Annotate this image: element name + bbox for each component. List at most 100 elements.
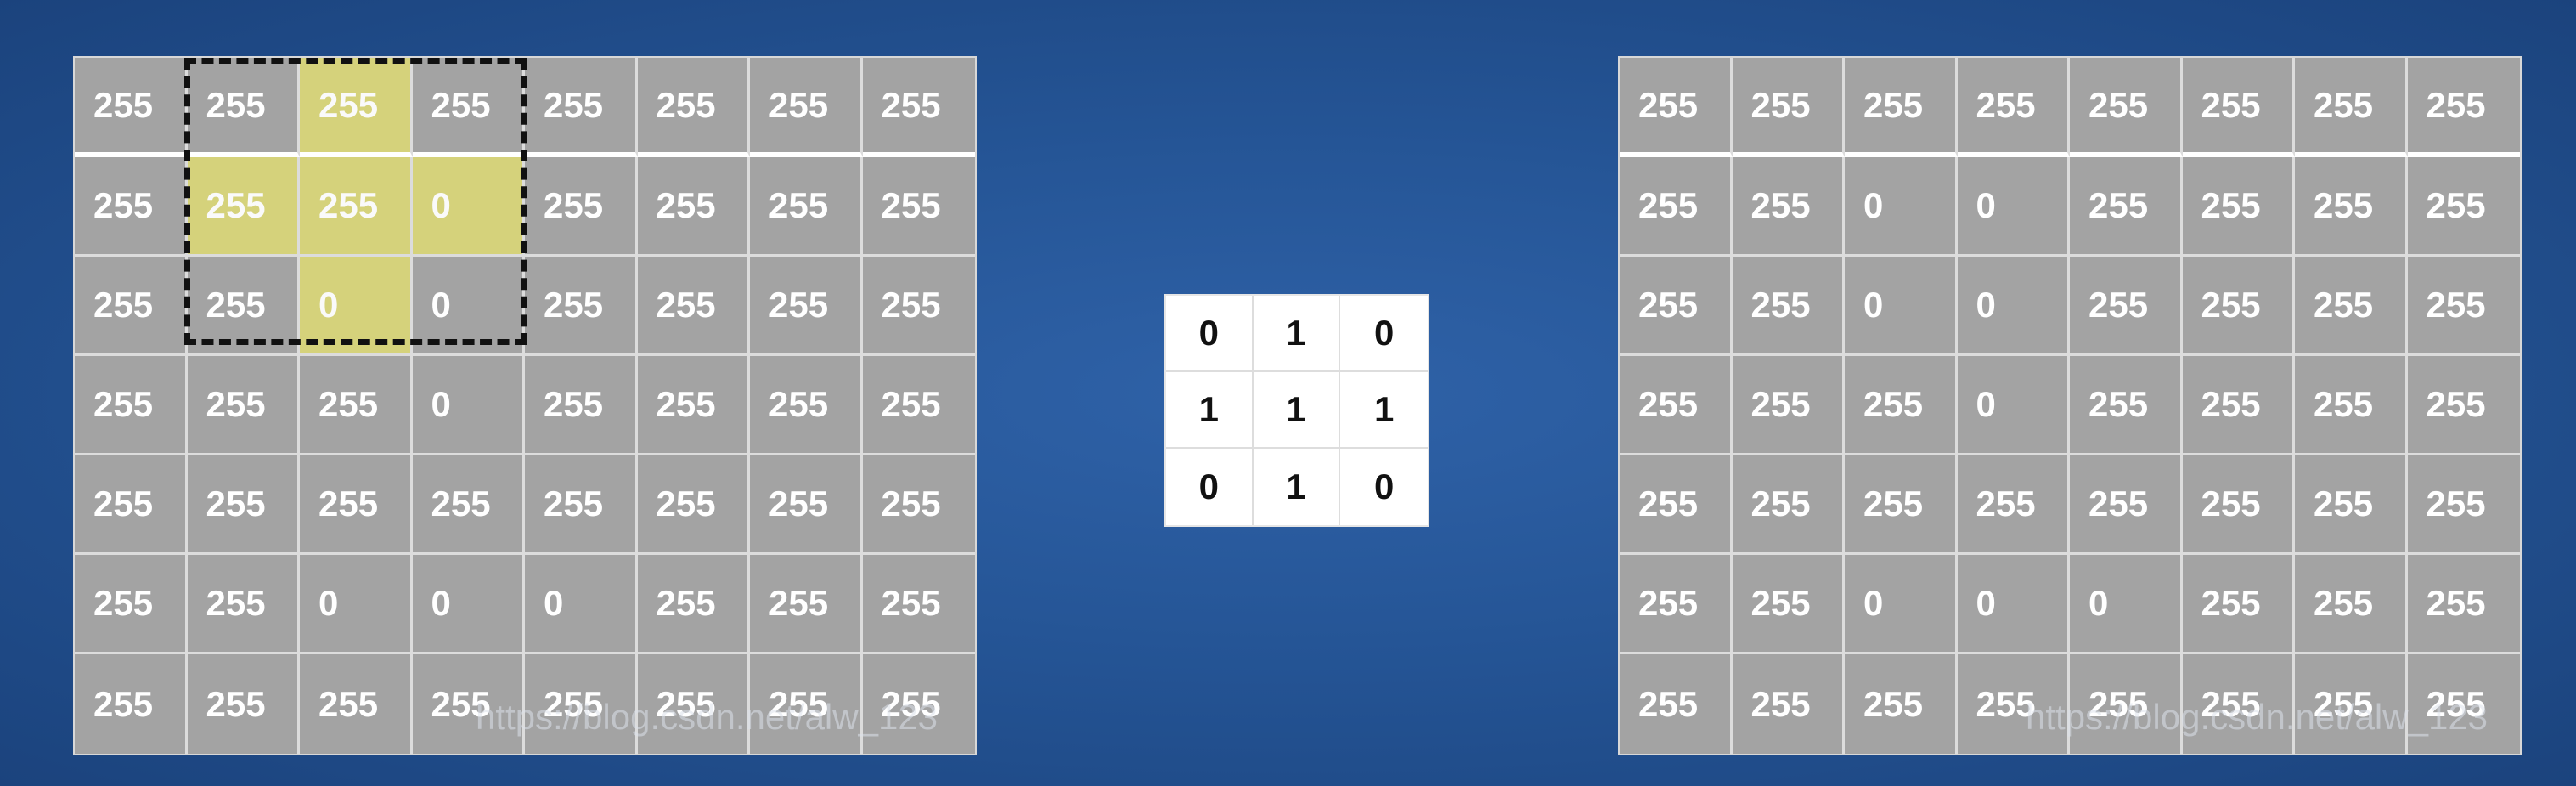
input-cell: 0: [412, 257, 525, 356]
input-cell: 255: [637, 58, 750, 157]
output-cell: 255: [1732, 555, 1845, 654]
kernel-cell: 0: [1373, 467, 1395, 506]
input-cell: 255: [187, 157, 300, 257]
output-cell: 0: [1845, 257, 1958, 356]
input-cell: 255: [525, 356, 638, 455]
output-cell: 255: [1620, 555, 1733, 654]
input-cell: 255: [300, 455, 413, 555]
kernel-cell: 1: [1253, 296, 1341, 372]
input-cell: 255: [638, 654, 750, 754]
input-cell: 255: [862, 555, 975, 654]
input-cell: 255: [750, 356, 863, 455]
output-cell: 255: [1957, 58, 2070, 157]
input-cell: 0: [412, 356, 525, 455]
output-cell: 255: [2070, 257, 2183, 356]
output-cell: 255: [2295, 555, 2408, 654]
input-cell: 0: [412, 157, 525, 257]
input-cell: 255: [187, 257, 300, 356]
input-cell: 255: [412, 58, 525, 157]
kernel-cell: 1: [1340, 372, 1428, 449]
input-cell: 255: [881, 683, 941, 724]
output-cell: 0: [1845, 555, 1958, 654]
output-cell: 255: [2407, 157, 2520, 257]
input-cell: 255: [750, 654, 863, 754]
input-cell: 255: [862, 455, 975, 555]
output-cell: 255: [2407, 455, 2520, 555]
output-cell: 255: [2182, 58, 2295, 157]
output-cell: 255: [2182, 356, 2295, 455]
input-cell: 255: [75, 555, 188, 654]
input-cell: 255: [525, 257, 638, 356]
output-cell: 255: [1958, 654, 2070, 754]
input-cell: 255: [750, 455, 863, 555]
input-cell: 255: [862, 157, 975, 257]
output-cell: 255: [2295, 58, 2408, 157]
input-cell: 255: [300, 58, 413, 157]
output-cell: 255: [1732, 455, 1845, 555]
input-cell: 255: [862, 58, 975, 157]
output-cell: 255: [2182, 157, 2295, 257]
output-cell: 255: [1732, 356, 1845, 455]
input-cell: 255: [412, 455, 525, 555]
output-cell: 255: [2295, 654, 2408, 754]
input-cell: 255: [637, 555, 750, 654]
output-cell: 255: [2407, 555, 2520, 654]
kernel-cell: 0: [1166, 296, 1254, 372]
input-cell: 0: [300, 555, 413, 654]
output-cell: 255: [2182, 455, 2295, 555]
input-cell: 255: [187, 555, 300, 654]
kernel-cell: 0: [1340, 296, 1428, 372]
input-cell: 255: [862, 356, 975, 455]
output-cell: 0: [1845, 157, 1958, 257]
input-cell: 255: [75, 257, 188, 356]
output-cell: 255: [2070, 654, 2183, 754]
input-cell: 255: [187, 356, 300, 455]
output-cell: 255: [1620, 257, 1733, 356]
input-cell: 255: [75, 356, 188, 455]
input-cell: 255: [750, 157, 863, 257]
output-cell: 255: [1845, 356, 1958, 455]
output-cell: 255: [2407, 58, 2520, 157]
output-cell: 255: [1620, 356, 1733, 455]
input-cell: 255: [525, 654, 638, 754]
output-cell: 255: [1732, 157, 1845, 257]
input-cell: 255: [862, 257, 975, 356]
output-cell: 255: [2182, 555, 2295, 654]
input-cell: 255: [188, 654, 300, 754]
output-cell: 255: [1620, 157, 1733, 257]
output-cell: 255: [2295, 356, 2408, 455]
kernel-cell: 0: [1166, 449, 1254, 525]
input-cell: 255: [187, 58, 300, 157]
input-cell: 255: [750, 58, 863, 157]
input-cell: 0: [412, 555, 525, 654]
output-cell: 255: [1620, 58, 1733, 157]
input-cell: 255: [187, 455, 300, 555]
output-cell: 255: [1732, 257, 1845, 356]
input-cell: 255: [525, 58, 638, 157]
input-cell: 255: [300, 654, 413, 754]
kernel-cell: 1: [1253, 372, 1341, 449]
output-cell: 255: [1733, 654, 1845, 754]
output-cell: 255: [1845, 654, 1958, 754]
input-cell: 255: [75, 58, 188, 157]
output-cell: 255: [2407, 356, 2520, 455]
input-cell: 255: [413, 654, 525, 754]
input-cell: 255: [525, 157, 638, 257]
structuring-element-kernel: 010111010: [1164, 294, 1429, 527]
output-cell: 255: [2183, 654, 2295, 754]
input-cell: 255: [637, 157, 750, 257]
output-cell: 0: [2070, 555, 2183, 654]
input-cell: 255: [525, 455, 638, 555]
output-cell: 255: [2295, 157, 2408, 257]
input-cell: 0: [300, 257, 413, 356]
output-cell: 255: [1732, 58, 1845, 157]
output-cell: 0: [1957, 257, 2070, 356]
input-cell: 255: [637, 257, 750, 356]
output-cell: 255: [2295, 257, 2408, 356]
output-cell: 255: [2182, 257, 2295, 356]
input-cell: 255: [300, 356, 413, 455]
output-cell: 0: [1957, 356, 2070, 455]
output-cell: 255: [2070, 58, 2183, 157]
input-cell: 255: [75, 455, 188, 555]
output-cell: 255: [1845, 58, 1958, 157]
